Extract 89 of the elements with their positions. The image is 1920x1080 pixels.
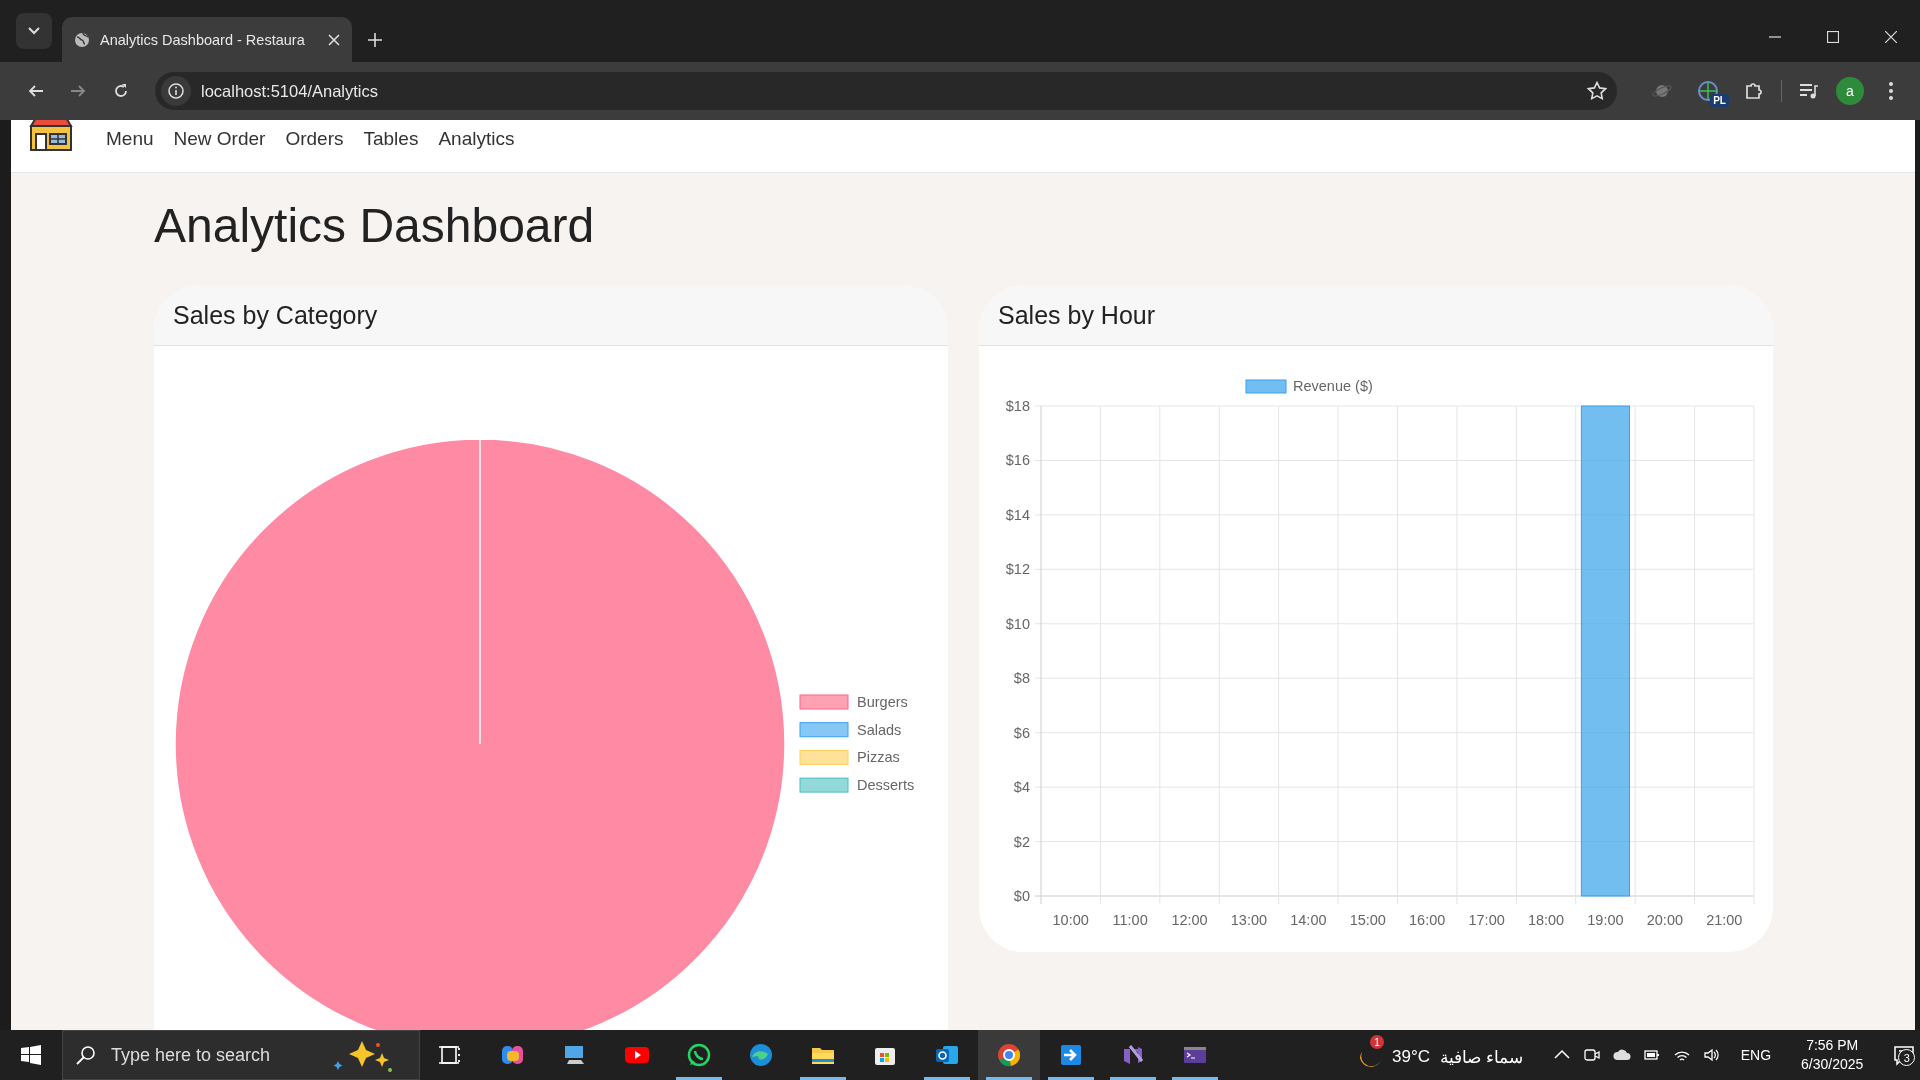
x-tick-label: 10:00 (1052, 912, 1089, 928)
task-view-icon (439, 1043, 463, 1067)
star-icon[interactable] (1587, 81, 1607, 101)
x-tick-label: 11:00 (1112, 912, 1148, 928)
info-icon (168, 83, 184, 99)
ribbon-icon (1121, 1043, 1145, 1067)
extension-badge: PL (1710, 94, 1729, 107)
browser-tab[interactable]: Analytics Dashboard - Restaura (62, 17, 352, 62)
tab-search-button[interactable] (16, 13, 52, 49)
clock-time[interactable]: 7:56 PM (1806, 1036, 1859, 1055)
profile-avatar[interactable]: a (1836, 77, 1864, 105)
page-title: Analytics Dashboard (154, 198, 596, 254)
circle-logo-icon (997, 1043, 1021, 1067)
x-tick-label: 17:00 (1468, 912, 1505, 928)
kebab-menu-icon (1889, 82, 1893, 100)
y-tick-label: $4 (1013, 779, 1030, 796)
back-arrow-icon (28, 83, 45, 99)
legend-label: Desserts (857, 777, 915, 794)
clock-date[interactable]: 6/30/2025 (1801, 1055, 1864, 1074)
y-tick-label: $16 (1005, 452, 1030, 469)
swirl-icon (501, 1043, 525, 1067)
chevron-down-icon (28, 27, 40, 35)
legend-label: Salads (857, 721, 902, 738)
nav-link[interactable]: Analytics (438, 128, 515, 150)
globe-icon (74, 31, 90, 48)
y-tick-label: $10 (1005, 615, 1030, 632)
windows-logo-icon (21, 1045, 41, 1065)
tab-title: Analytics Dashboard - Restaura (100, 31, 306, 48)
chat-bubble-icon (687, 1043, 711, 1067)
legend-swatch (799, 749, 849, 765)
legend-label: Revenue ($) (1293, 378, 1373, 394)
weather-condition: سماء صافية (1440, 1046, 1523, 1068)
nav-link[interactable]: Menu (106, 128, 154, 150)
notifications-button[interactable]: 3 (1893, 1044, 1916, 1066)
x-tick-label: 14:00 (1290, 912, 1327, 928)
x-tick-label: 13:00 (1230, 912, 1268, 928)
x-tick-label: 15:00 (1349, 912, 1386, 928)
taskbar-button[interactable] (978, 1030, 1040, 1080)
nav-link[interactable]: Orders (285, 128, 344, 150)
speaker-icon (1702, 1046, 1721, 1064)
url-text: localhost:5104/Analytics (201, 81, 379, 101)
forward-arrow-icon (70, 83, 87, 99)
language-indicator[interactable]: ENG (1740, 1047, 1772, 1063)
x-tick-label: 12:00 (1171, 912, 1208, 928)
legend-label: Pizzas (857, 749, 900, 766)
y-tick-label: $12 (1005, 561, 1030, 578)
card-title: Sales by Category (173, 301, 378, 330)
site-info-button[interactable] (161, 76, 191, 106)
reload-icon (112, 83, 129, 99)
plus-icon (368, 33, 382, 47)
camera-icon (1582, 1046, 1601, 1064)
extension-button[interactable]: PL (1689, 73, 1727, 109)
legend-swatch (799, 777, 849, 793)
y-tick-label: $8 (1013, 670, 1030, 687)
y-tick-label: $6 (1013, 724, 1030, 741)
notification-count: 3 (1898, 1049, 1916, 1066)
y-tick-label: $14 (1005, 506, 1030, 523)
x-tick-label: 18:00 (1527, 912, 1565, 928)
legend-swatch (1245, 379, 1287, 394)
new-tab-button[interactable] (366, 31, 384, 49)
monitor-icon (563, 1043, 587, 1067)
close-icon (1885, 31, 1897, 43)
close-icon[interactable] (328, 33, 340, 46)
address-bar[interactable]: localhost:5104/Analytics (155, 72, 1617, 110)
tray-button[interactable] (1582, 1046, 1601, 1064)
search-icon (76, 1045, 96, 1065)
wave-globe-icon (749, 1043, 773, 1067)
mail-icon (935, 1043, 959, 1067)
legend-swatch (799, 694, 849, 710)
x-tick-label: 16:00 (1409, 912, 1446, 928)
temperature: 39°C (1392, 1047, 1430, 1067)
legend-label: Burgers (857, 694, 908, 710)
x-tick-label: 19:00 (1587, 912, 1624, 928)
x-tick-label: 20:00 (1646, 912, 1683, 928)
nav-link[interactable]: New Order (173, 128, 266, 150)
notification-badge: 1 (1370, 1035, 1384, 1049)
search-field[interactable]: Type here to search (62, 1030, 420, 1080)
maximize-icon (1827, 31, 1839, 43)
nav-link[interactable]: Tables (363, 128, 419, 150)
y-tick-label: $18 (1005, 398, 1030, 414)
y-tick-label: $0 (1013, 888, 1030, 904)
tray-button[interactable] (1702, 1046, 1721, 1064)
y-tick-label: $2 (1013, 833, 1030, 850)
x-tick-label: 21:00 (1706, 912, 1743, 928)
legend-swatch (799, 722, 849, 738)
puzzle-icon (1744, 81, 1764, 101)
playlist-icon (1799, 82, 1819, 100)
planet-icon (1652, 83, 1672, 99)
card-title: Sales by Hour (998, 301, 1156, 330)
